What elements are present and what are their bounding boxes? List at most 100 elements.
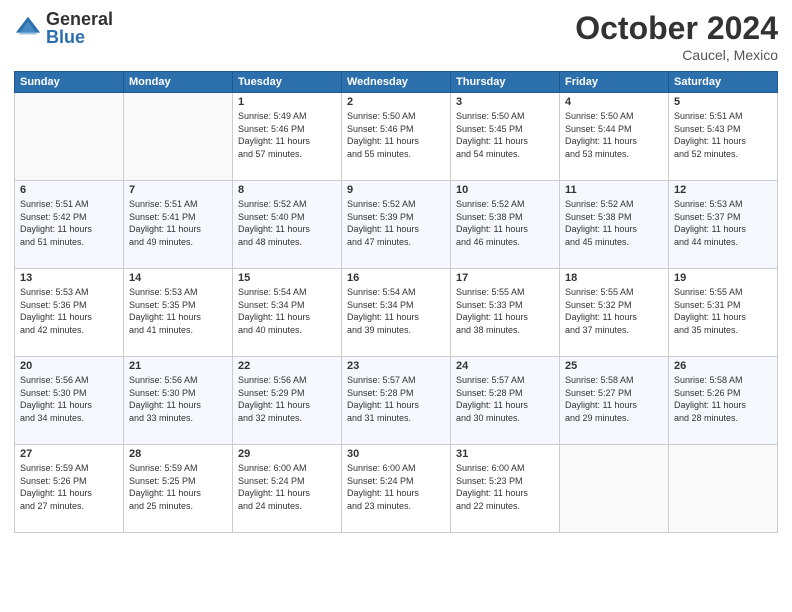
- cell-w2-d1: 14Sunrise: 5:53 AM Sunset: 5:35 PM Dayli…: [124, 269, 233, 357]
- day-number-25: 25: [565, 360, 663, 372]
- day-info-3: Sunrise: 5:50 AM Sunset: 5:45 PM Dayligh…: [456, 110, 554, 160]
- day-number-26: 26: [674, 360, 772, 372]
- day-number-20: 20: [20, 360, 118, 372]
- day-info-14: Sunrise: 5:53 AM Sunset: 5:35 PM Dayligh…: [129, 286, 227, 336]
- day-number-31: 31: [456, 448, 554, 460]
- day-info-23: Sunrise: 5:57 AM Sunset: 5:28 PM Dayligh…: [347, 374, 445, 424]
- day-number-2: 2: [347, 96, 445, 108]
- day-info-7: Sunrise: 5:51 AM Sunset: 5:41 PM Dayligh…: [129, 198, 227, 248]
- day-info-31: Sunrise: 6:00 AM Sunset: 5:23 PM Dayligh…: [456, 462, 554, 512]
- cell-w3-d5: 25 Sunrise: 5:58 AM Sunset: 5:27 PM Dayli…: [560, 357, 669, 445]
- day-number-7: 7: [129, 184, 227, 196]
- col-monday: Monday: [124, 72, 233, 93]
- day-number-30: 30: [347, 448, 445, 460]
- day-info-13: Sunrise: 5:53 AM Sunset: 5:36 PM Dayligh…: [20, 286, 118, 336]
- cell-w3-d3: 23 Sunrise: 5:57 AM Sunset: 5:28 PM Dayli…: [342, 357, 451, 445]
- day-number-16: 16: [347, 272, 445, 284]
- cell-w3-d6: 26 Sunrise: 5:58 AM Sunset: 5:26 PM Dayli…: [669, 357, 778, 445]
- day-info-29: Sunrise: 6:00 AM Sunset: 5:24 PM Dayligh…: [238, 462, 336, 512]
- week-row-3: 20 Sunrise: 5:56 AM Sunset: 5:30 PM Dayli…: [15, 357, 778, 445]
- day-info-25: Sunrise: 5:58 AM Sunset: 5:27 PM Dayligh…: [565, 374, 663, 424]
- cell-w2-d0: 13 Sunrise: 5:53 AM Sunset: 5:36 PM Dayli…: [15, 269, 124, 357]
- day-number-15: 15: [238, 272, 336, 284]
- day-info-28: Sunrise: 5:59 AM Sunset: 5:25 PM Dayligh…: [129, 462, 227, 512]
- cell-w4-d2: 29Sunrise: 6:00 AM Sunset: 5:24 PM Dayli…: [233, 445, 342, 533]
- day-number-13: 13: [20, 272, 118, 284]
- cell-w2-d3: 16 Sunrise: 5:54 AM Sunset: 5:34 PM Dayli…: [342, 269, 451, 357]
- cell-w0-d1: [124, 93, 233, 181]
- day-number-9: 9: [347, 184, 445, 196]
- day-number-5: 5: [674, 96, 772, 108]
- logo: General Blue: [14, 10, 113, 46]
- day-number-3: 3: [456, 96, 554, 108]
- day-info-19: Sunrise: 5:55 AM Sunset: 5:31 PM Dayligh…: [674, 286, 772, 336]
- cell-w3-d1: 21 Sunrise: 5:56 AM Sunset: 5:30 PM Dayli…: [124, 357, 233, 445]
- day-number-11: 11: [565, 184, 663, 196]
- header: General Blue October 2024 Caucel, Mexico: [14, 10, 778, 63]
- logo-general-text: General: [46, 10, 113, 28]
- col-wednesday: Wednesday: [342, 72, 451, 93]
- day-info-10: Sunrise: 5:52 AM Sunset: 5:38 PM Dayligh…: [456, 198, 554, 248]
- cell-w1-d1: 7 Sunrise: 5:51 AM Sunset: 5:41 PM Daylig…: [124, 181, 233, 269]
- day-info-9: Sunrise: 5:52 AM Sunset: 5:39 PM Dayligh…: [347, 198, 445, 248]
- day-info-26: Sunrise: 5:58 AM Sunset: 5:26 PM Dayligh…: [674, 374, 772, 424]
- cell-w0-d4: 3 Sunrise: 5:50 AM Sunset: 5:45 PM Daylig…: [451, 93, 560, 181]
- day-info-27: Sunrise: 5:59 AM Sunset: 5:26 PM Dayligh…: [20, 462, 118, 512]
- calendar-table: Sunday Monday Tuesday Wednesday Thursday…: [14, 71, 778, 533]
- title-month: October 2024: [575, 10, 778, 47]
- day-number-27: 27: [20, 448, 118, 460]
- cell-w2-d6: 19 Sunrise: 5:55 AM Sunset: 5:31 PM Dayli…: [669, 269, 778, 357]
- day-info-16: Sunrise: 5:54 AM Sunset: 5:34 PM Dayligh…: [347, 286, 445, 336]
- cell-w0-d5: 4 Sunrise: 5:50 AM Sunset: 5:44 PM Daylig…: [560, 93, 669, 181]
- col-tuesday: Tuesday: [233, 72, 342, 93]
- day-info-21: Sunrise: 5:56 AM Sunset: 5:30 PM Dayligh…: [129, 374, 227, 424]
- cell-w4-d5: [560, 445, 669, 533]
- day-number-21: 21: [129, 360, 227, 372]
- cell-w3-d2: 22 Sunrise: 5:56 AM Sunset: 5:29 PM Dayli…: [233, 357, 342, 445]
- cell-w2-d5: 18Sunrise: 5:55 AM Sunset: 5:32 PM Dayli…: [560, 269, 669, 357]
- title-location: Caucel, Mexico: [575, 47, 778, 63]
- col-thursday: Thursday: [451, 72, 560, 93]
- calendar-header-row: Sunday Monday Tuesday Wednesday Thursday…: [15, 72, 778, 93]
- day-number-24: 24: [456, 360, 554, 372]
- cell-w1-d6: 12 Sunrise: 5:53 AM Sunset: 5:37 PM Dayli…: [669, 181, 778, 269]
- col-sunday: Sunday: [15, 72, 124, 93]
- day-info-22: Sunrise: 5:56 AM Sunset: 5:29 PM Dayligh…: [238, 374, 336, 424]
- day-info-20: Sunrise: 5:56 AM Sunset: 5:30 PM Dayligh…: [20, 374, 118, 424]
- day-info-30: Sunrise: 6:00 AM Sunset: 5:24 PM Dayligh…: [347, 462, 445, 512]
- col-friday: Friday: [560, 72, 669, 93]
- day-info-1: Sunrise: 5:49 AM Sunset: 5:46 PM Dayligh…: [238, 110, 336, 160]
- day-info-2: Sunrise: 5:50 AM Sunset: 5:46 PM Dayligh…: [347, 110, 445, 160]
- day-number-22: 22: [238, 360, 336, 372]
- cell-w1-d3: 9 Sunrise: 5:52 AM Sunset: 5:39 PM Daylig…: [342, 181, 451, 269]
- day-number-8: 8: [238, 184, 336, 196]
- cell-w4-d3: 30 Sunrise: 6:00 AM Sunset: 5:24 PM Dayli…: [342, 445, 451, 533]
- day-info-24: Sunrise: 5:57 AM Sunset: 5:28 PM Dayligh…: [456, 374, 554, 424]
- week-row-0: 1 Sunrise: 5:49 AM Sunset: 5:46 PM Daylig…: [15, 93, 778, 181]
- title-area: October 2024 Caucel, Mexico: [575, 10, 778, 63]
- day-info-11: Sunrise: 5:52 AM Sunset: 5:38 PM Dayligh…: [565, 198, 663, 248]
- cell-w4-d4: 31 Sunrise: 6:00 AM Sunset: 5:23 PM Dayli…: [451, 445, 560, 533]
- day-info-18: Sunrise: 5:55 AM Sunset: 5:32 PM Dayligh…: [565, 286, 663, 336]
- cell-w0-d2: 1 Sunrise: 5:49 AM Sunset: 5:46 PM Daylig…: [233, 93, 342, 181]
- day-number-17: 17: [456, 272, 554, 284]
- cell-w0-d3: 2 Sunrise: 5:50 AM Sunset: 5:46 PM Daylig…: [342, 93, 451, 181]
- cell-w1-d2: 8Sunrise: 5:52 AM Sunset: 5:40 PM Daylig…: [233, 181, 342, 269]
- logo-blue-text: Blue: [46, 28, 113, 46]
- cell-w3-d4: 24 Sunrise: 5:57 AM Sunset: 5:28 PM Dayli…: [451, 357, 560, 445]
- day-number-12: 12: [674, 184, 772, 196]
- day-number-4: 4: [565, 96, 663, 108]
- cell-w1-d0: 6 Sunrise: 5:51 AM Sunset: 5:42 PM Daylig…: [15, 181, 124, 269]
- day-number-19: 19: [674, 272, 772, 284]
- cell-w2-d4: 17Sunrise: 5:55 AM Sunset: 5:33 PM Dayli…: [451, 269, 560, 357]
- cell-w2-d2: 15Sunrise: 5:54 AM Sunset: 5:34 PM Dayli…: [233, 269, 342, 357]
- day-number-1: 1: [238, 96, 336, 108]
- day-info-4: Sunrise: 5:50 AM Sunset: 5:44 PM Dayligh…: [565, 110, 663, 160]
- week-row-1: 6 Sunrise: 5:51 AM Sunset: 5:42 PM Daylig…: [15, 181, 778, 269]
- day-number-23: 23: [347, 360, 445, 372]
- week-row-4: 27 Sunrise: 5:59 AM Sunset: 5:26 PM Dayli…: [15, 445, 778, 533]
- day-info-6: Sunrise: 5:51 AM Sunset: 5:42 PM Dayligh…: [20, 198, 118, 248]
- day-number-6: 6: [20, 184, 118, 196]
- cell-w4-d1: 28Sunrise: 5:59 AM Sunset: 5:25 PM Dayli…: [124, 445, 233, 533]
- day-info-12: Sunrise: 5:53 AM Sunset: 5:37 PM Dayligh…: [674, 198, 772, 248]
